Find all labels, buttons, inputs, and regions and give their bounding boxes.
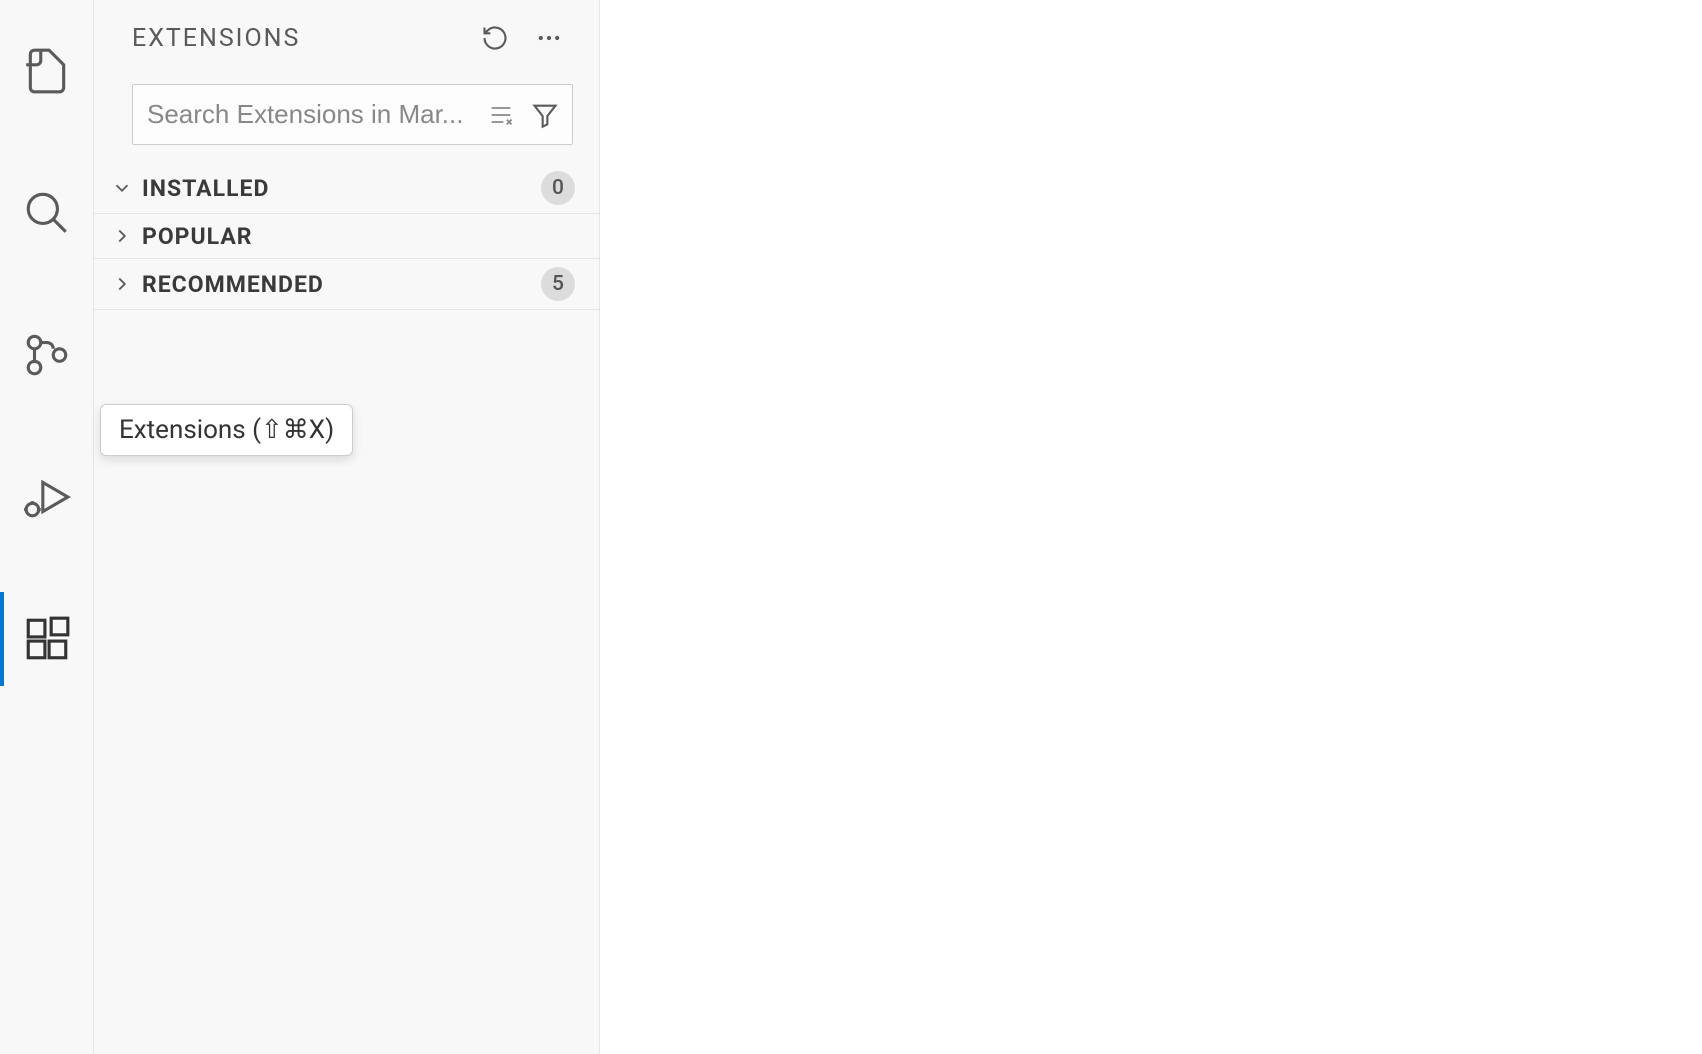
chevron-down-icon (108, 174, 136, 202)
files-icon (22, 46, 72, 96)
extensions-icon (22, 614, 72, 664)
section-label-recommended: RECOMMENDED (142, 271, 541, 298)
filter-button[interactable] (529, 99, 561, 131)
section-badge-recommended: 5 (541, 267, 575, 301)
ellipsis-icon (535, 24, 563, 52)
source-control-icon (22, 330, 72, 380)
activity-bar (0, 0, 94, 1054)
search-container (132, 84, 573, 145)
section-recommended[interactable]: RECOMMENDED 5 (94, 259, 599, 310)
section-popular[interactable]: POPULAR (94, 214, 599, 259)
chevron-right-icon (108, 270, 136, 298)
activity-run-debug[interactable] (0, 450, 94, 544)
tooltip-text: Extensions (⇧⌘X) (119, 415, 334, 445)
header-actions (477, 20, 567, 56)
activity-search[interactable] (0, 166, 94, 260)
more-actions-button[interactable] (531, 20, 567, 56)
sidebar-title: EXTENSIONS (132, 24, 477, 53)
activity-extensions[interactable] (0, 592, 94, 686)
chevron-right-icon (108, 222, 136, 250)
search-actions (485, 99, 561, 131)
section-label-popular: POPULAR (142, 223, 575, 250)
refresh-icon (481, 24, 509, 52)
activity-source-control[interactable] (0, 308, 94, 402)
extensions-sidebar: EXTENSIONS (94, 0, 600, 1054)
sidebar-header: EXTENSIONS (94, 0, 599, 76)
section-installed[interactable]: INSTALLED 0 (94, 163, 599, 214)
debug-icon (22, 472, 72, 522)
activity-explorer[interactable] (0, 24, 94, 118)
clear-search-button[interactable] (485, 99, 517, 131)
editor-area (600, 0, 1702, 1054)
refresh-button[interactable] (477, 20, 513, 56)
clear-list-icon (487, 101, 515, 129)
section-badge-installed: 0 (541, 171, 575, 205)
search-icon (22, 188, 72, 238)
section-label-installed: INSTALLED (142, 175, 541, 202)
tooltip: Extensions (⇧⌘X) (100, 404, 353, 456)
filter-icon (531, 101, 559, 129)
